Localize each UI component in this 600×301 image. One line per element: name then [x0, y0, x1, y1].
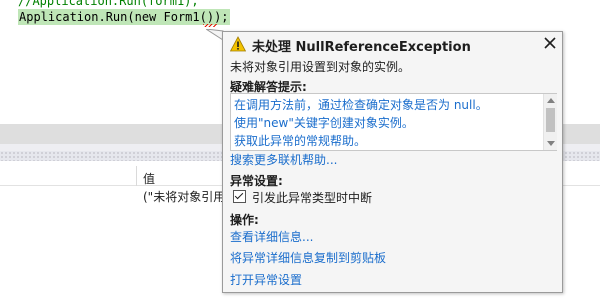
- exception-title: 未处理 NullReferenceException: [252, 40, 471, 55]
- view-details-link[interactable]: 查看详细信息...: [230, 228, 313, 245]
- tips-scrollbar[interactable]: [543, 94, 557, 150]
- actions-label: 操作:: [230, 213, 259, 227]
- exception-helper-popup: 未处理 NullReferenceException 未将对象引用设置到对象的实…: [222, 31, 563, 293]
- scroll-up-arrow-icon[interactable]: [547, 98, 555, 103]
- tip-link[interactable]: 获取此异常的常规帮助。: [234, 132, 366, 149]
- close-icon[interactable]: [543, 36, 557, 50]
- column-header-value[interactable]: 值: [143, 170, 155, 187]
- scroll-down-arrow-icon[interactable]: [547, 141, 555, 146]
- break-on-exception-label[interactable]: 引发此异常类型时中断: [252, 189, 372, 206]
- warning-icon: [230, 36, 246, 52]
- watch-row-value[interactable]: ("未将对象引用: [143, 188, 225, 205]
- exception-settings-label: 异常设置:: [230, 174, 283, 188]
- tip-link[interactable]: 使用"new"关键字创建对象实例。: [234, 114, 414, 131]
- search-online-help-link[interactable]: 搜索更多联机帮助...: [230, 151, 337, 168]
- code-line-current[interactable]: Application.Run(new Form1());: [18, 9, 230, 25]
- code-line-comment[interactable]: //Application.Run(form1);: [18, 0, 199, 9]
- checkmark-icon: [234, 190, 244, 200]
- break-on-exception-checkbox[interactable]: [233, 190, 246, 203]
- open-exception-settings-link[interactable]: 打开异常设置: [230, 271, 302, 288]
- exception-message: 未将对象引用设置到对象的实例。: [230, 60, 411, 74]
- tip-link[interactable]: 在调用方法前，通过检查确定对象是否为 null。: [234, 96, 488, 113]
- column-separator[interactable]: [136, 166, 137, 186]
- error-squiggle: [203, 24, 217, 27]
- scrollbar-thumb[interactable]: [546, 108, 555, 132]
- troubleshooting-tips-list: 在调用方法前，通过检查确定对象是否为 null。 使用"new"关键字创建对象实…: [230, 93, 557, 151]
- copy-details-link[interactable]: 将异常详细信息复制到剪贴板: [230, 249, 386, 266]
